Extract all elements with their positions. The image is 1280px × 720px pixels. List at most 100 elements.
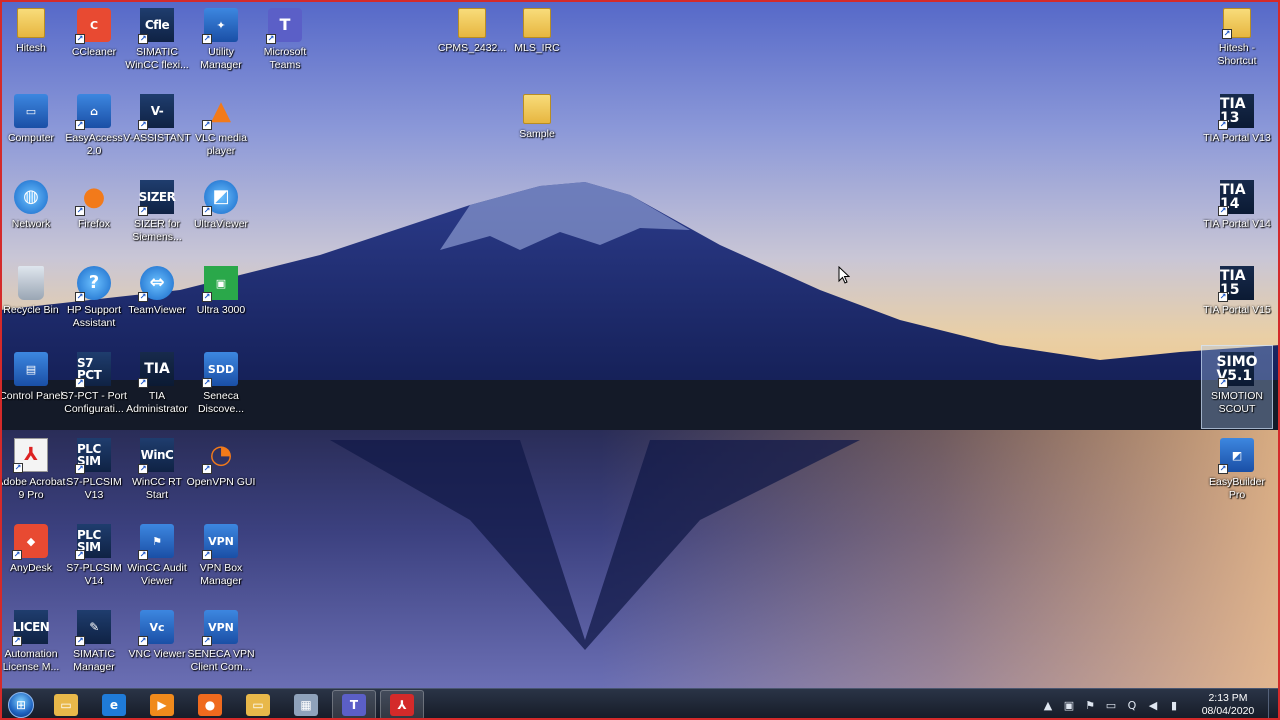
desktop-shortcut[interactable]: VPN ↗ SENECA VPN Client Com...: [186, 604, 256, 686]
desktop-shortcut[interactable]: PLC SIM ↗ S7-PLCSIM V13: [59, 432, 129, 514]
desktop-shortcut-label: SENECA VPN Client Com...: [187, 648, 255, 673]
desktop-shortcut[interactable]: Recycle Bin: [0, 260, 66, 342]
wincc-rt-icon: WinC ↗: [138, 438, 174, 474]
taskbar: ⊞ ▭ e ▶ ● ▭ ▦ T ⅄ ▲ ▣ ⚑ ▭ Q ◀ ▮ 2:13 PM 08/04/2020: [0, 688, 1280, 720]
desktop-shortcut[interactable]: SIZER ↗ SIZER for Siemens...: [122, 174, 192, 256]
desktop-shortcut[interactable]: Cfle ↗ SIMATIC WinCC flexi...: [122, 2, 192, 84]
desktop-shortcut[interactable]: VPN ↗ VPN Box Manager: [186, 518, 256, 600]
tia-portal-v14-icon: TIA 14 ↗: [1218, 180, 1254, 216]
desktop-shortcut[interactable]: T ↗ Microsoft Teams: [250, 2, 320, 84]
calculator-icon: ▦: [294, 693, 318, 716]
start-button[interactable]: ⊞: [2, 690, 40, 720]
desktop-shortcut-label: Automation License M...: [2, 648, 60, 673]
shortcut-arrow-icon: ↗: [75, 206, 85, 216]
desktop-shortcut[interactable]: S7 PCT ↗ S7-PCT - Port Configurati...: [59, 346, 129, 428]
desktop-shortcut[interactable]: TIA 15 ↗ TIA Portal V15: [1202, 260, 1272, 342]
desktop-shortcut[interactable]: ◩ ↗ EasyBuilder Pro: [1202, 432, 1272, 514]
desktop-shortcut[interactable]: ▣ ↗ Ultra 3000: [186, 260, 256, 342]
qbittorrent-icon[interactable]: Q: [1123, 696, 1141, 714]
network-monitor-icon[interactable]: ▣: [1060, 696, 1078, 714]
desktop-shortcut[interactable]: V- ↗ V-ASSISTANT: [122, 88, 192, 170]
desktop-shortcut[interactable]: ▤ Control Panel: [0, 346, 66, 428]
desktop-shortcut[interactable]: ◩ ↗ UltraViewer: [186, 174, 256, 256]
taskbar-button[interactable]: ▶: [140, 690, 184, 720]
desktop-shortcut[interactable]: SIMO V5.1 ↗ SIMOTION SCOUT: [1201, 345, 1273, 429]
tia-administrator-icon: TIA ↗: [138, 352, 174, 388]
desktop-shortcut[interactable]: PLC SIM ↗ S7-PLCSIM V14: [59, 518, 129, 600]
desktop-shortcut[interactable]: ⚑ ↗ WinCC Audit Viewer: [122, 518, 192, 600]
desktop-shortcut-label: CCleaner: [71, 46, 117, 58]
windows-start-orb-icon: ⊞: [8, 691, 34, 718]
tray-icons: ▲ ▣ ⚑ ▭ Q ◀ ▮: [1039, 696, 1186, 714]
shortcut-arrow-icon: ↗: [1218, 464, 1228, 474]
desktop-shortcut[interactable]: TIA 14 ↗ TIA Portal V14: [1202, 174, 1272, 256]
desktop-shortcut[interactable]: ◍ Network: [0, 174, 66, 256]
desktop-shortcut-label: S7-PLCSIM V14: [66, 562, 122, 587]
desktop-shortcut[interactable]: ◔ ↗ OpenVPN GUI: [186, 432, 256, 514]
easyaccess-icon: ⌂ ↗: [75, 94, 111, 130]
desktop-shortcut[interactable]: C ↗ CCleaner: [59, 2, 129, 84]
desktop-shortcut[interactable]: ⅄ ↗ Adobe Acrobat 9 Pro: [0, 432, 66, 514]
automation-license-manager-icon: LICEN ↗: [12, 610, 50, 646]
folder-icon: [523, 94, 551, 124]
desktop-shortcut[interactable]: ● ↗ Firefox: [59, 174, 129, 256]
desktop-shortcut-label: AnyDesk: [9, 562, 52, 574]
desktop-shortcut-label: TIA Portal V13: [1203, 132, 1271, 144]
volume-icon[interactable]: ◀: [1144, 696, 1162, 714]
taskbar-button[interactable]: e: [92, 690, 136, 720]
desktop-shortcut-label: Utility Manager: [200, 46, 242, 71]
shortcut-arrow-icon: ↗: [12, 636, 22, 646]
desktop-shortcut-label: Hitesh: [16, 42, 46, 54]
desktop-shortcut[interactable]: ▭ Computer: [0, 88, 66, 170]
desktop-shortcut[interactable]: TIA ↗ TIA Administrator: [122, 346, 192, 428]
folder-taskbar-icon: ▭: [246, 693, 270, 716]
desktop-shortcut[interactable]: Sample: [502, 88, 572, 170]
desktop-shortcut-label: Seneca Discove...: [197, 390, 245, 415]
plcsim-v13-icon: PLC SIM ↗: [75, 438, 111, 474]
taskbar-button[interactable]: T: [332, 689, 376, 720]
desktop-shortcut-label: Hitesh - Shortcut: [1217, 42, 1257, 67]
taskbar-button[interactable]: ●: [188, 690, 232, 720]
v-assistant-icon: V- ↗: [138, 94, 174, 130]
desktop-shortcut-label: SIMATIC Manager: [73, 648, 115, 673]
shortcut-arrow-icon: ↗: [13, 463, 23, 473]
desktop-shortcut[interactable]: SDD ↗ Seneca Discove...: [186, 346, 256, 428]
desktop-shortcut[interactable]: ⇔ ↗ TeamViewer: [122, 260, 192, 342]
desktop-shortcut[interactable]: CPMS_2432...: [437, 2, 507, 84]
desktop-shortcut[interactable]: MLS_IRC: [502, 2, 572, 84]
desktop-shortcut[interactable]: LICEN ↗ Automation License M...: [0, 604, 66, 686]
action-center-icon[interactable]: ⚑: [1081, 696, 1099, 714]
desktop-shortcut[interactable]: Hitesh: [0, 2, 66, 84]
desktop-shortcut[interactable]: Vc ↗ VNC Viewer: [122, 604, 192, 686]
desktop-shortcut[interactable]: WinC ↗ WinCC RT Start: [122, 432, 192, 514]
show-desktop-button[interactable]: [1268, 689, 1280, 720]
desktop-shortcut[interactable]: ✎ ↗ SIMATIC Manager: [59, 604, 129, 686]
show-hidden-icons-icon[interactable]: ▲: [1039, 696, 1057, 714]
desktop-shortcut[interactable]: ✦ ↗ Utility Manager: [186, 2, 256, 84]
taskbar-button[interactable]: ▦: [284, 690, 328, 720]
shortcut-arrow-icon: ↗: [202, 34, 212, 44]
taskbar-button[interactable]: ▭: [236, 690, 280, 720]
desktop-shortcut[interactable]: TIA 13 ↗ TIA Portal V13: [1202, 88, 1272, 170]
shortcut-arrow-icon: ↗: [75, 120, 85, 130]
desktop-shortcut-label: SIMOTION SCOUT: [1211, 390, 1263, 415]
taskbar-pinned-apps: ▭ e ▶ ● ▭ ▦ T ⅄: [40, 689, 424, 720]
desktop-shortcut-label: UltraViewer: [193, 218, 249, 230]
desktop-shortcut[interactable]: ? ↗ HP Support Assistant: [59, 260, 129, 342]
signal-icon[interactable]: ▮: [1165, 696, 1183, 714]
shortcut-arrow-icon: ↗: [75, 636, 85, 646]
display-icon[interactable]: ▭: [1102, 696, 1120, 714]
clock[interactable]: 2:13 PM 08/04/2020: [1192, 692, 1264, 718]
desktop-shortcut[interactable]: ◆ ↗ AnyDesk: [0, 518, 66, 600]
desktop-shortcut[interactable]: ⌂ ↗ EasyAccess 2.0: [59, 88, 129, 170]
desktop-shortcut-label: V-ASSISTANT: [123, 132, 191, 144]
taskbar-button[interactable]: ⅄: [380, 689, 424, 720]
desktop-shortcut[interactable]: ↗ Hitesh - Shortcut: [1202, 2, 1272, 84]
shortcut-arrow-icon: ↗: [12, 550, 22, 560]
taskbar-button[interactable]: ▭: [44, 690, 88, 720]
desktop-shortcut[interactable]: ▲ ↗ VLC media player: [186, 88, 256, 170]
teams-taskbar-icon: T: [342, 693, 366, 716]
anydesk-icon: ◆ ↗: [12, 524, 48, 560]
shortcut-arrow-icon: ↗: [202, 206, 212, 216]
internet-explorer-icon: e: [102, 693, 126, 716]
